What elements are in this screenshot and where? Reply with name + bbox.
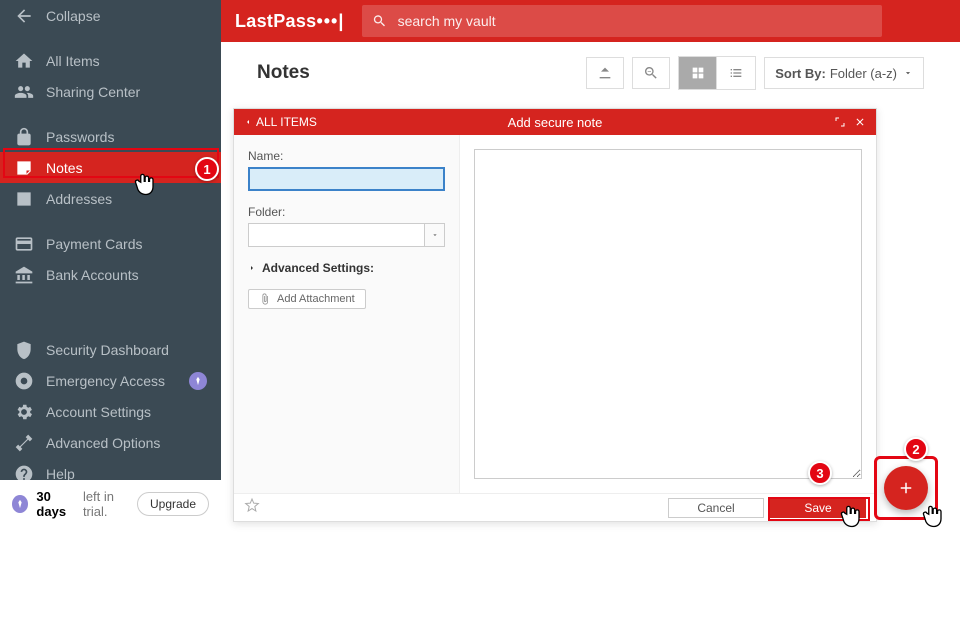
sidebar: Collapse All Items Sharing Center Passwo… <box>0 0 221 480</box>
sidebar-emergency-access-label: Emergency Access <box>46 373 165 389</box>
caret-right-icon <box>248 264 256 272</box>
sort-dropdown[interactable]: Sort By: Folder (a-z) <box>764 57 924 89</box>
sidebar-sharing[interactable]: Sharing Center <box>0 76 221 107</box>
topbar: LastPass•••| <box>221 0 960 42</box>
sidebar-all-items-label: All Items <box>46 53 100 69</box>
page-title: Notes <box>257 62 310 84</box>
dialog-back-label: ALL ITEMS <box>256 115 317 129</box>
folder-input[interactable] <box>248 223 425 247</box>
dialog-back-button[interactable]: ALL ITEMS <box>244 115 317 129</box>
dialog-left-panel: Name: Folder: Advanced Settings: Add Att… <box>234 135 460 493</box>
folder-dropdown-button[interactable] <box>425 223 445 247</box>
sidebar-payment-cards-label: Payment Cards <box>46 236 142 252</box>
credit-card-icon <box>14 234 34 254</box>
sidebar-account-settings[interactable]: Account Settings <box>0 396 221 427</box>
sidebar-emergency-access[interactable]: Emergency Access <box>0 365 221 396</box>
bank-icon <box>14 265 34 285</box>
sidebar-payment-cards[interactable]: Payment Cards <box>0 228 221 259</box>
sidebar-collapse-label: Collapse <box>46 8 100 24</box>
note-textarea[interactable] <box>474 149 862 479</box>
diamond-badge-icon <box>189 372 207 390</box>
advanced-settings-toggle[interactable]: Advanced Settings: <box>248 261 445 275</box>
step-badge-2: 2 <box>904 437 928 461</box>
dialog-body: Name: Folder: Advanced Settings: Add Att… <box>234 135 876 493</box>
list-view-button[interactable] <box>717 57 755 89</box>
add-fab-button[interactable] <box>884 466 928 510</box>
logo-text: LastPass <box>235 11 316 31</box>
lock-icon <box>14 127 34 147</box>
trial-bar: 30 days left in trial. Upgrade <box>0 480 221 528</box>
add-note-dialog: ALL ITEMS Add secure note Name: Folder: … <box>233 108 877 522</box>
search-input[interactable] <box>398 13 873 29</box>
trial-rest: left in trial. <box>83 489 137 519</box>
shield-icon <box>14 340 34 360</box>
lifebuoy-icon <box>14 371 34 391</box>
step-badge-1: 1 <box>195 157 219 181</box>
sidebar-addresses[interactable]: Addresses <box>0 183 221 214</box>
plus-icon <box>897 479 915 497</box>
add-attachment-label: Add Attachment <box>277 293 355 305</box>
close-icon[interactable] <box>854 116 866 128</box>
address-icon <box>14 189 34 209</box>
step-badge-3: 3 <box>808 461 832 485</box>
dialog-footer: Cancel Save <box>234 493 876 521</box>
people-icon <box>14 82 34 102</box>
sidebar-addresses-label: Addresses <box>46 191 112 207</box>
zoom-out-button[interactable] <box>632 57 670 89</box>
sidebar-collapse[interactable]: Collapse <box>0 0 221 31</box>
toolbar: Sort By: Folder (a-z) <box>586 56 924 90</box>
name-label: Name: <box>248 149 445 163</box>
sidebar-notes-label: Notes <box>46 160 83 176</box>
sort-value: Folder (a-z) <box>830 66 897 81</box>
upgrade-button[interactable]: Upgrade <box>137 492 209 516</box>
sidebar-all-items[interactable]: All Items <box>0 45 221 76</box>
add-attachment-button[interactable]: Add Attachment <box>248 289 366 309</box>
dialog-title: Add secure note <box>508 115 603 130</box>
diamond-icon <box>12 495 28 513</box>
favorite-star-button[interactable] <box>244 497 260 518</box>
wrench-icon <box>14 433 34 453</box>
advanced-settings-label: Advanced Settings: <box>262 261 374 275</box>
logo: LastPass•••| <box>235 11 344 32</box>
dialog-header: ALL ITEMS Add secure note <box>234 109 876 135</box>
sidebar-advanced-options[interactable]: Advanced Options <box>0 427 221 458</box>
save-button[interactable]: Save <box>770 498 866 518</box>
sidebar-bank-accounts[interactable]: Bank Accounts <box>0 259 221 290</box>
cancel-button[interactable]: Cancel <box>668 498 764 518</box>
folder-label: Folder: <box>248 205 445 219</box>
sidebar-security-dashboard[interactable]: Security Dashboard <box>0 334 221 365</box>
paperclip-icon <box>259 293 271 305</box>
search-box[interactable] <box>362 5 882 37</box>
cursor-hand-icon <box>920 502 948 535</box>
sidebar-passwords-label: Passwords <box>46 129 114 145</box>
sort-label: Sort By: <box>775 66 826 81</box>
logo-dots: •••| <box>316 11 344 31</box>
caret-left-icon <box>244 118 252 126</box>
view-toggle <box>678 56 756 90</box>
sidebar-sharing-label: Sharing Center <box>46 84 140 100</box>
collapse-all-button[interactable] <box>586 57 624 89</box>
expand-icon[interactable] <box>834 116 846 128</box>
home-icon <box>14 51 34 71</box>
dialog-right-panel <box>460 135 876 493</box>
sidebar-security-dashboard-label: Security Dashboard <box>46 342 169 358</box>
sidebar-bank-accounts-label: Bank Accounts <box>46 267 139 283</box>
gear-icon <box>14 402 34 422</box>
search-icon <box>372 13 387 29</box>
note-icon <box>14 158 34 178</box>
arrow-left-icon <box>14 6 34 26</box>
caret-down-icon <box>903 68 913 78</box>
trial-days: 30 days <box>36 489 80 519</box>
sidebar-passwords[interactable]: Passwords <box>0 121 221 152</box>
content-header: Notes Sort By: Folder (a-z) <box>221 42 960 104</box>
grid-view-button[interactable] <box>679 57 717 89</box>
sidebar-account-settings-label: Account Settings <box>46 404 151 420</box>
sidebar-notes[interactable]: Notes <box>0 152 221 183</box>
sidebar-advanced-options-label: Advanced Options <box>46 435 160 451</box>
name-input[interactable] <box>248 167 445 191</box>
